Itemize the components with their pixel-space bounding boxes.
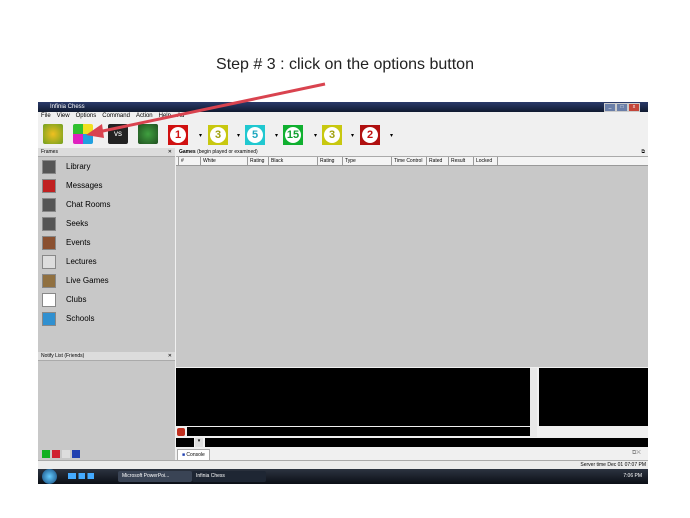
arrow-line <box>97 82 326 134</box>
arrow-head <box>86 124 104 138</box>
annotation-arrow <box>86 82 326 138</box>
